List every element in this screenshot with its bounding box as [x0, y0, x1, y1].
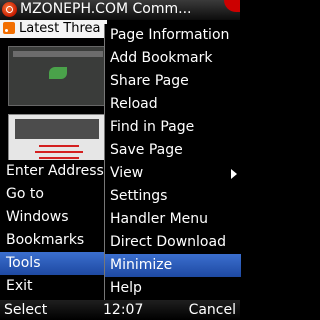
submenu-item-label: Help	[110, 280, 142, 296]
signal-indicator-icon	[224, 0, 240, 12]
submenu-item-add-bookmark[interactable]: Add Bookmark	[105, 47, 241, 70]
submenu-item-minimize[interactable]: Minimize	[105, 254, 241, 277]
menu-item-bookmarks[interactable]: Bookmarks	[0, 229, 104, 252]
submenu-item-reload[interactable]: Reload	[105, 93, 241, 116]
submenu-item-label: Find in Page	[110, 119, 195, 135]
submenu-item-settings[interactable]: Settings	[105, 185, 241, 208]
submenu-item-label: Save Page	[110, 142, 183, 158]
page-content-header-image	[8, 46, 109, 106]
window-title: MZONEPH.COM Comm...	[20, 1, 192, 17]
page-tab[interactable]: Latest Threa	[0, 20, 107, 38]
menu-item-tools[interactable]: Tools	[0, 252, 104, 275]
submenu-item-label: Minimize	[110, 257, 173, 273]
submenu-item-view[interactable]: View	[105, 162, 241, 185]
submenu-item-label: View	[110, 165, 144, 181]
submenu-item-save-page[interactable]: Save Page	[105, 139, 241, 162]
submenu-item-label: Page Information	[110, 27, 230, 43]
menu-item-go-to[interactable]: Go to	[0, 183, 104, 206]
submenu-item-label: Handler Menu	[110, 211, 209, 227]
menu-item-label: Exit	[6, 278, 33, 294]
submenu-item-page-information[interactable]: Page Information	[105, 24, 241, 47]
menu-item-enter-address[interactable]: Enter Address	[0, 160, 104, 183]
rss-feed-icon	[3, 22, 15, 34]
menu-item-label: Go to	[6, 186, 44, 202]
submenu-item-share-page[interactable]: Share Page	[105, 70, 241, 93]
select-softkey[interactable]: Select	[4, 300, 47, 320]
logo-leaf-icon	[49, 67, 67, 79]
menu-item-label: Tools	[6, 255, 41, 271]
submenu-item-find-in-page[interactable]: Find in Page	[105, 116, 241, 139]
submenu-item-label: Add Bookmark	[110, 50, 213, 66]
options-menu: Enter Address Go to Windows Bookmarks To…	[0, 160, 104, 298]
menu-item-label: Bookmarks	[6, 232, 85, 248]
menu-item-exit[interactable]: Exit	[0, 275, 104, 298]
clock: 12:07	[103, 302, 144, 318]
softkey-bar: Select 12:07 Cancel	[0, 300, 240, 320]
page-tab-label: Latest Threa	[19, 21, 101, 36]
menu-item-windows[interactable]: Windows	[0, 206, 104, 229]
tools-submenu: Page Information Add Bookmark Share Page…	[104, 24, 241, 300]
submenu-item-help[interactable]: Help	[105, 277, 241, 300]
submenu-item-label: Direct Download	[110, 234, 226, 250]
menu-item-label: Windows	[6, 209, 69, 225]
submenu-item-handler-menu[interactable]: Handler Menu	[105, 208, 241, 231]
menu-item-label: Enter Address	[6, 163, 104, 179]
browser-app-icon	[2, 2, 17, 17]
submenu-item-label: Settings	[110, 188, 168, 204]
submenu-item-label: Share Page	[110, 73, 189, 89]
submenu-arrow-icon	[231, 169, 237, 179]
submenu-item-direct-download[interactable]: Direct Download	[105, 231, 241, 254]
title-bar: MZONEPH.COM Comm...	[0, 0, 240, 20]
submenu-item-label: Reload	[110, 96, 158, 112]
cancel-softkey[interactable]: Cancel	[189, 300, 236, 320]
